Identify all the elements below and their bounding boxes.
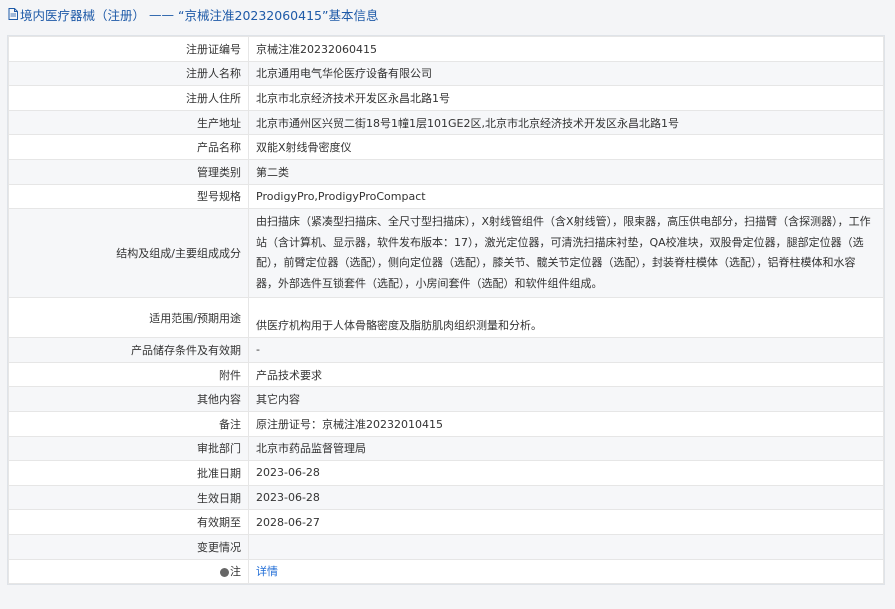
- row-label: 生效日期: [8, 484, 249, 511]
- table-row: 批准日期 2023-06-28: [8, 460, 884, 486]
- row-label: 管理类别: [8, 158, 249, 185]
- row-value: 2028-06-27: [248, 509, 884, 535]
- info-table: 注册证编号 京械注准20232060415 注册人名称 北京通用电气华伦医疗设备…: [8, 36, 884, 585]
- row-label: 其他内容: [8, 386, 249, 412]
- row-label: 结构及组成/主要组成成分: [8, 208, 249, 299]
- row-label: 有效期至: [8, 509, 249, 535]
- table-row: 备注 原注册证号：京械注准20232010415: [8, 410, 884, 437]
- table-row: 注册人名称 北京通用电气华伦医疗设备有限公司: [8, 60, 884, 87]
- table-row: 生效日期 2023-06-28: [8, 484, 884, 511]
- note-label: 注: [230, 565, 241, 579]
- table-row: 产品储存条件及有效期 -: [8, 337, 884, 363]
- row-value: 原注册证号：京械注准20232010415: [248, 410, 884, 437]
- row-label: 型号规格: [8, 183, 249, 210]
- row-label: 产品名称: [8, 134, 249, 160]
- header-title: “京械注准20232060415”基本信息: [178, 7, 379, 23]
- row-value: 北京市北京经济技术开发区永昌北路1号: [248, 85, 884, 111]
- info-panel: 注册证编号 京械注准20232060415 注册人名称 北京通用电气华伦医疗设备…: [7, 35, 885, 586]
- row-value: 2023-06-28: [248, 484, 884, 511]
- table-row: 适用范围/预期用途 供医疗机构用于人体骨骼密度及脂肪肌肉组织测量和分析。: [8, 297, 884, 339]
- row-value: 供医疗机构用于人体骨骼密度及脂肪肌肉组织测量和分析。: [248, 297, 884, 339]
- row-value: 第二类: [248, 158, 884, 185]
- row-label: 审批部门: [8, 435, 249, 462]
- note-value-cell: 详情: [248, 558, 884, 585]
- table-row: 注册证编号 京械注准20232060415: [8, 36, 884, 62]
- row-label: 注册人住所: [8, 85, 249, 111]
- page-header: 境内医疗器械（注册） —— “京械注准20232060415”基本信息: [0, 0, 895, 24]
- row-value: 由扫描床（紧凑型扫描床、全尺寸型扫描床），X射线管组件（含X射线管），限束器，高…: [248, 208, 884, 299]
- header-category: 境内医疗器械（注册）: [20, 7, 146, 23]
- table-row: 生产地址 北京市通州区兴贸二街18号1幢1层101GE2区,北京市北京经济技术开…: [8, 109, 884, 136]
- row-label: 生产地址: [8, 109, 249, 136]
- row-label: 适用范围/预期用途: [8, 297, 249, 339]
- table-row: 审批部门 北京市药品监督管理局: [8, 435, 884, 462]
- table-row: 有效期至 2028-06-27: [8, 509, 884, 535]
- note-dot-icon: [220, 567, 229, 577]
- table-row: 型号规格 ProdigyPro,ProdigyProCompact: [8, 183, 884, 210]
- header-separator: ——: [149, 6, 175, 22]
- note-label-cell: 注: [8, 558, 249, 585]
- row-value: 北京通用电气华伦医疗设备有限公司: [248, 60, 884, 87]
- row-label: 批准日期: [8, 460, 249, 486]
- row-value: 2023-06-28: [248, 460, 884, 486]
- row-value: 产品技术要求: [248, 361, 884, 388]
- row-label: 备注: [8, 410, 249, 437]
- row-value: ProdigyPro,ProdigyProCompact: [248, 183, 884, 210]
- row-value: -: [248, 337, 884, 363]
- table-row: 注册人住所 北京市北京经济技术开发区永昌北路1号: [8, 85, 884, 111]
- row-label: 附件: [8, 361, 249, 388]
- row-value: 双能X射线骨密度仪: [248, 134, 884, 160]
- table-row: 变更情况: [8, 533, 884, 560]
- row-value: 其它内容: [248, 386, 884, 412]
- details-link[interactable]: 详情: [256, 565, 278, 578]
- table-row: 产品名称 双能X射线骨密度仪: [8, 134, 884, 160]
- table-row-note: 注 详情: [8, 558, 884, 585]
- row-label: 变更情况: [8, 533, 249, 560]
- table-row: 其他内容 其它内容: [8, 386, 884, 412]
- row-value: 北京市通州区兴贸二街18号1幢1层101GE2区,北京市北京经济技术开发区永昌北…: [248, 109, 884, 136]
- row-value: [248, 533, 884, 560]
- row-label: 注册人名称: [8, 60, 249, 87]
- table-row: 附件 产品技术要求: [8, 361, 884, 388]
- row-label: 注册证编号: [8, 36, 249, 62]
- row-value: 京械注准20232060415: [248, 36, 884, 62]
- row-value: 北京市药品监督管理局: [248, 435, 884, 462]
- row-label: 产品储存条件及有效期: [8, 337, 249, 363]
- document-icon: [8, 8, 18, 20]
- table-row: 结构及组成/主要组成成分 由扫描床（紧凑型扫描床、全尺寸型扫描床），X射线管组件…: [8, 208, 884, 299]
- table-row: 管理类别 第二类: [8, 158, 884, 185]
